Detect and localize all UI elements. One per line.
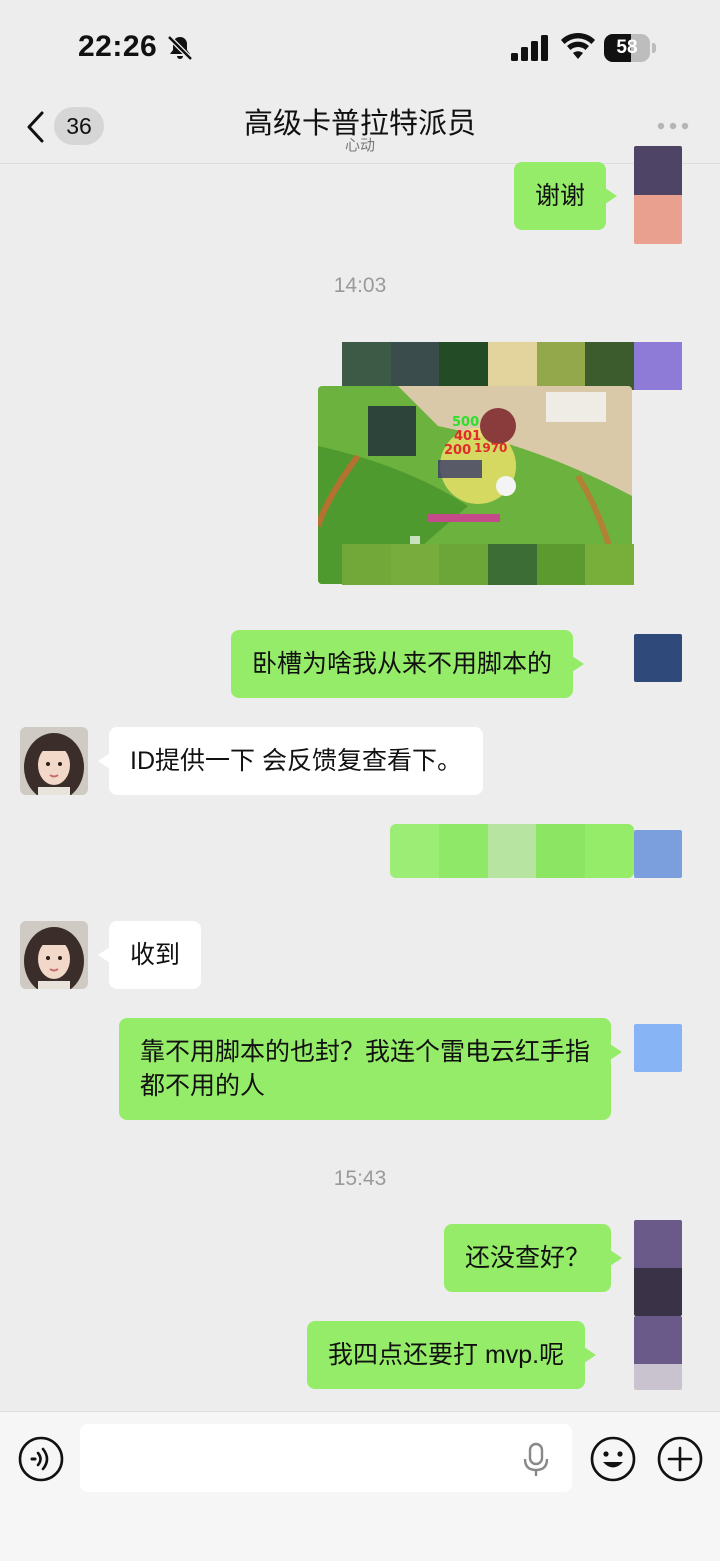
avatar[interactable] <box>634 1316 682 1390</box>
bell-off-icon <box>167 35 193 61</box>
message-text: ID提供一下 会反馈复查看下。 <box>130 747 462 775</box>
back-icon[interactable] <box>24 110 48 144</box>
timestamp: 14:03 <box>333 274 387 297</box>
contact-avatar[interactable] <box>20 921 88 989</box>
chat-subtitle: 心动 <box>344 137 375 154</box>
image-mosaic-top <box>342 342 635 390</box>
avatar[interactable] <box>634 1220 682 1316</box>
input-bar <box>0 1411 720 1561</box>
message-bubble-received[interactable]: ID提供一下 会反馈复查看下。 <box>98 727 483 795</box>
damage-number: 200 <box>444 443 471 458</box>
avatar[interactable] <box>634 146 682 244</box>
message-bubble-sent[interactable]: 谢谢 <box>514 162 618 230</box>
message-bubble-sent[interactable]: 我四点还要打 mvp.呢 <box>307 1321 597 1389</box>
redacted-message <box>390 824 634 878</box>
message-bubble-sent[interactable]: 卧槽为啥我从来不用脚本的 <box>231 630 585 698</box>
emoji-icon[interactable] <box>589 1435 637 1483</box>
avatar[interactable] <box>634 830 682 878</box>
avatar[interactable] <box>634 634 682 682</box>
message-text: 谢谢 <box>535 182 586 210</box>
message-bubble-sent[interactable]: 还没查好？ <box>444 1224 623 1292</box>
message-bubble-received[interactable]: 收到 <box>97 921 202 989</box>
unread-count-badge[interactable]: 36 <box>54 107 104 145</box>
chat-header: 36 高级卡普拉特派员 心动 <box>0 96 720 164</box>
signal-icon <box>511 35 548 61</box>
damage-number: 1970 <box>474 441 507 455</box>
plus-icon[interactable] <box>656 1435 704 1483</box>
message-text: 收到 <box>130 941 181 969</box>
status-time: 22:26 <box>78 30 158 63</box>
image-mosaic-bottom <box>342 544 635 585</box>
more-icon[interactable] <box>656 120 690 132</box>
status-bar: 22:26 58 <box>0 0 720 96</box>
message-text: 靠不用脚本的也封？我连个雷电云红手指都不用的人 <box>140 1038 591 1100</box>
mic-icon[interactable] <box>522 1442 550 1478</box>
contact-avatar[interactable] <box>20 727 88 795</box>
battery-level: 58 <box>616 37 638 58</box>
battery-icon: 58 <box>604 34 656 62</box>
message-text: 卧槽为啥我从来不用脚本的 <box>252 650 553 678</box>
damage-number: 500 <box>452 415 479 430</box>
message-text: 还没查好？ <box>465 1244 591 1272</box>
voice-icon[interactable] <box>18 1436 64 1482</box>
message-bubble-sent[interactable]: 靠不用脚本的也封？我连个雷电云红手指都不用的人 <box>119 1018 622 1120</box>
image-mosaic-right <box>634 342 682 390</box>
message-input[interactable] <box>80 1424 572 1492</box>
timestamp: 15:43 <box>333 1167 387 1190</box>
wifi-icon <box>561 32 595 59</box>
message-text: 我四点还要打 mvp.呢 <box>328 1341 565 1369</box>
avatar[interactable] <box>634 1024 682 1072</box>
